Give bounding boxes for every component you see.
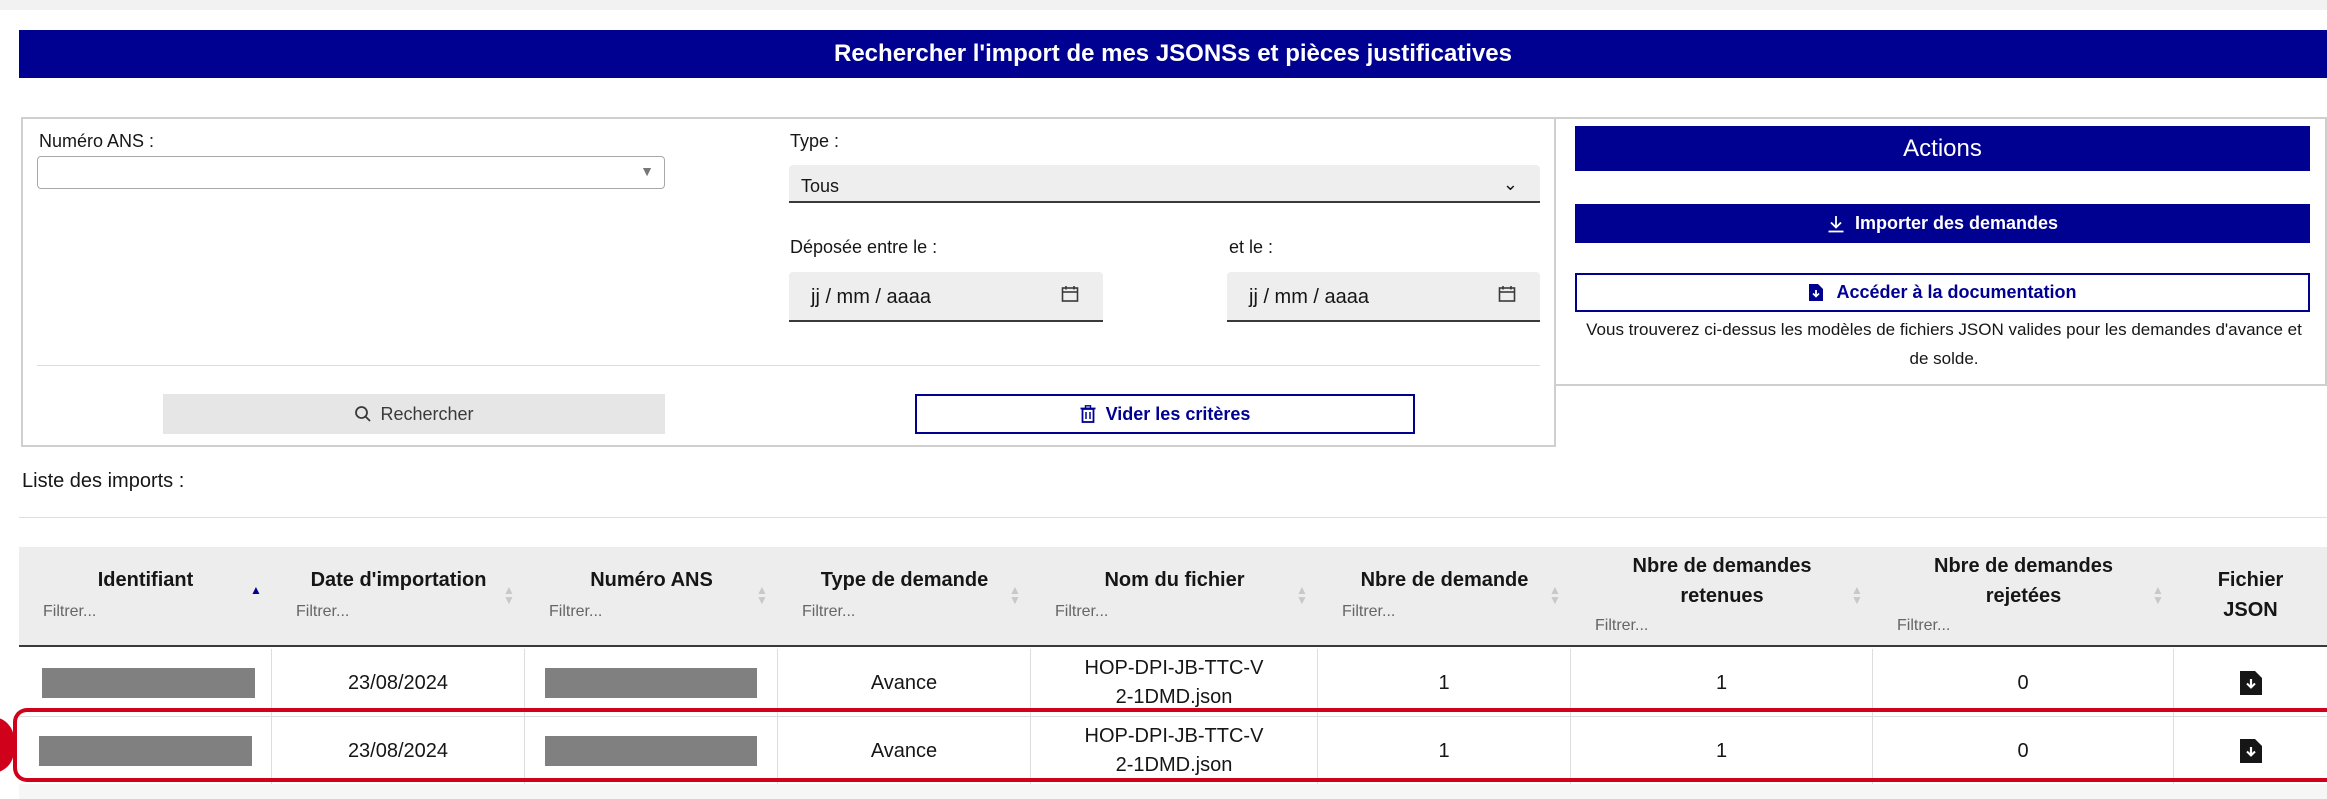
file-name-text: HOP-DPI-JB-TTC-V2-1DMD.json [1084,657,1264,708]
table-header: Identifiant Filtrer... ▲ Date d'importat… [19,547,2327,647]
column-filter-input[interactable]: Filtrer... [1897,617,1950,635]
column-header-nom-fichier[interactable]: Nom du fichier Filtrer... ▲ ▼ [1031,547,1318,647]
date-from-input[interactable]: jj / mm / aaaa [789,272,1103,322]
column-title: Type de demande [820,569,989,591]
cell-identifiant [19,649,272,717]
column-header-numero-ans[interactable]: Numéro ANS Filtrer... ▲ ▼ [525,547,778,647]
calendar-icon[interactable] [1498,285,1516,303]
documentation-label: Accéder à la documentation [1836,282,2077,302]
search-icon [355,406,372,422]
cell-file-name: HOP-DPI-JB-TTC-V2-1DMD.json [1031,649,1318,717]
import-requests-label: Importer des demandes [1854,213,2059,233]
type-select[interactable]: Tous ⌄ [789,165,1540,203]
date-to-label: et le : [1229,237,1274,257]
column-filter-input[interactable]: Filtrer... [296,603,349,621]
sort-icon[interactable]: ▲ [250,584,262,596]
column-filter-input[interactable]: Filtrer... [43,603,96,621]
type-label: Type : [790,131,840,151]
next-row-partial [19,784,2327,799]
cell-retenues: 1 [1571,649,1873,717]
list-divider [19,517,2327,518]
cell-json-file [2174,649,2327,717]
column-filter-input[interactable]: Filtrer... [1055,603,1108,621]
numero-ans-label: Numéro ANS : [39,131,155,151]
numero-ans-combobox[interactable]: ▼ [37,156,665,189]
column-filter-input[interactable]: Filtrer... [549,603,602,621]
cell-rejetees: 0 [1873,649,2174,717]
search-button-label: Rechercher [380,403,474,424]
chevron-down-icon[interactable]: ⌄ [1503,174,1518,195]
column-title: Nom du fichier [1104,569,1245,591]
sort-icon[interactable]: ▲ ▼ [1296,584,1308,606]
column-title: Nbre de demandes rejetées [1934,555,2113,607]
search-divider [37,365,1540,366]
download-icon [1828,215,1844,232]
column-filter-input[interactable]: Filtrer... [1595,617,1648,635]
column-title: Nbre de demandes retenues [1632,555,1812,607]
clear-criteria-label: Vider les critères [1105,403,1251,424]
type-select-value: Tous [801,176,840,196]
cell-numero-ans [525,649,778,717]
column-header-demandes-rejetees[interactable]: Nbre de demandes rejetées Filtrer... ▲ ▼ [1873,547,2174,647]
documentation-button[interactable]: Accéder à la documentation [1575,273,2310,312]
column-title: Date d'importation [310,569,487,591]
search-button[interactable]: Rechercher [163,394,665,434]
actions-header-text: Actions [1903,134,1982,162]
sort-icon[interactable]: ▲ ▼ [1851,584,1863,606]
column-filter-input[interactable]: Filtrer... [802,603,855,621]
redacted-value [41,668,255,698]
documentation-note: Vous trouverez ci-dessus les modèles de … [1586,320,2302,368]
date-to-placeholder: jj / mm / aaaa [1249,286,1370,308]
download-file-icon[interactable] [2239,670,2263,696]
column-title: Numéro ANS [590,569,713,591]
page-title-banner: Rechercher l'import de mes JSONSs et piè… [19,30,2327,78]
date-from-label: Déposée entre le : [790,237,938,257]
sort-icon[interactable]: ▲ ▼ [1549,584,1561,606]
clear-criteria-button[interactable]: Vider les critères [915,394,1415,434]
trash-icon [1080,405,1096,423]
cell-date: 23/08/2024 [272,649,525,717]
sort-icon[interactable]: ▲ ▼ [2152,584,2164,606]
table-row: 23/08/2024 Avance HOP-DPI-JB-TTC-V2-1DMD… [19,649,2327,717]
column-filter-input[interactable]: Filtrer... [1342,603,1395,621]
column-header-type-demande[interactable]: Type de demande Filtrer... ▲ ▼ [778,547,1031,647]
row-highlight-outline [13,708,2327,782]
annotation-marker [0,717,14,773]
import-requests-button[interactable]: Importer des demandes [1575,204,2310,243]
column-header-identifiant[interactable]: Identifiant Filtrer... ▲ [19,547,272,647]
column-header-date-importation[interactable]: Date d'importation Filtrer... ▲ ▼ [272,547,525,647]
date-to-input[interactable]: jj / mm / aaaa [1227,272,1540,322]
caret-down-icon[interactable]: ▼ [640,163,654,179]
column-title: Identifiant [97,569,194,591]
sort-icon[interactable]: ▲ ▼ [1009,584,1021,606]
calendar-icon[interactable] [1061,285,1079,303]
column-header-demandes-retenues[interactable]: Nbre de demandes retenues Filtrer... ▲ ▼ [1571,547,1873,647]
imports-list-title: Liste des imports : [22,470,185,492]
top-strip [0,0,2327,10]
cell-type: Avance [778,649,1031,717]
document-icon [1809,284,1824,301]
column-title: Nbre de demande [1360,569,1529,591]
date-from-placeholder: jj / mm / aaaa [811,286,932,308]
actions-header: Actions [1575,126,2310,171]
page-title: Rechercher l'import de mes JSONSs et piè… [834,40,1512,67]
sort-icon[interactable]: ▲ ▼ [756,584,768,606]
column-title: Fichier JSON [2217,569,2284,621]
column-header-nbre-demande[interactable]: Nbre de demande Filtrer... ▲ ▼ [1318,547,1571,647]
column-header-fichier-json: Fichier JSON [2174,547,2327,647]
redacted-value [545,668,757,698]
sort-icon[interactable]: ▲ ▼ [503,584,515,606]
cell-nbre: 1 [1318,649,1571,717]
